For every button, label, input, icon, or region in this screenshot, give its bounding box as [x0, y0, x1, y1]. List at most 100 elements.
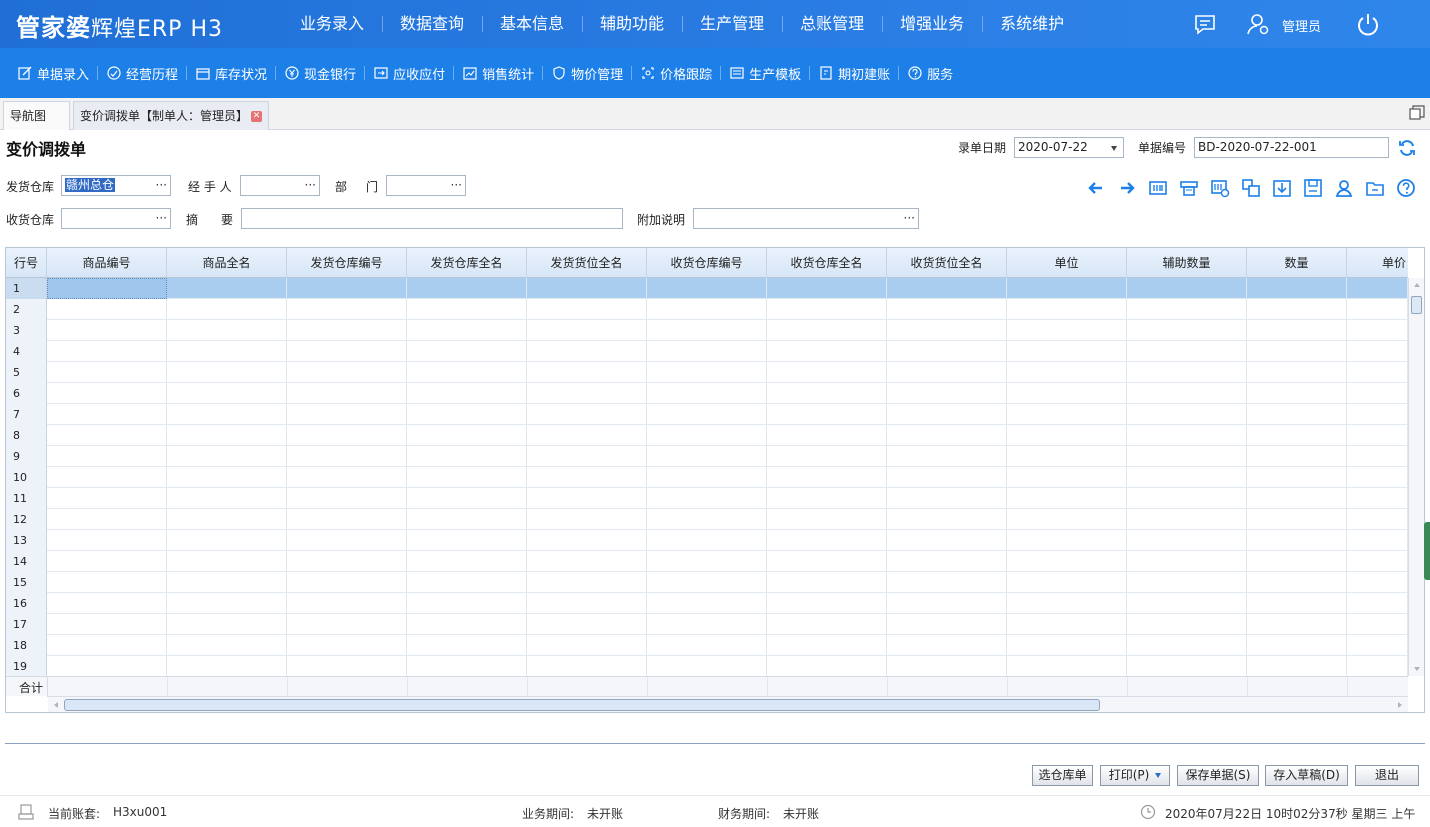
grid-cell[interactable] [167, 404, 287, 425]
grid-cell[interactable] [287, 425, 407, 446]
table-row[interactable]: 14 [6, 551, 1408, 572]
grid-cell[interactable] [1127, 467, 1247, 488]
grid-cell[interactable] [1127, 656, 1247, 677]
grid-cell[interactable] [647, 530, 767, 551]
row-number[interactable]: 4 [6, 341, 47, 362]
more-icon[interactable]: ··· [156, 176, 167, 195]
grid-cell[interactable] [767, 509, 887, 530]
more-icon[interactable]: ··· [451, 176, 462, 195]
grid-cell[interactable] [47, 341, 167, 362]
scan-settings-icon[interactable] [1210, 178, 1230, 198]
grid-cell[interactable] [167, 425, 287, 446]
grid-cell[interactable] [887, 383, 1007, 404]
scroll-down-icon[interactable] [1413, 666, 1421, 672]
out-warehouse-field[interactable]: 赣州总仓 ··· [61, 175, 171, 196]
grid-cell[interactable] [407, 446, 527, 467]
column-header-product-code[interactable]: 商品编号 [47, 248, 167, 278]
row-number[interactable]: 19 [6, 656, 47, 677]
grid-cell[interactable] [407, 593, 527, 614]
row-number[interactable]: 15 [6, 572, 47, 593]
sub-nav-item-document-entry[interactable]: 单据录入 [14, 48, 103, 98]
grid-cell[interactable] [47, 299, 167, 320]
grid-cell[interactable] [167, 635, 287, 656]
table-row[interactable]: 6 [6, 383, 1408, 404]
more-icon[interactable]: ··· [305, 176, 316, 195]
handler-field[interactable]: ··· [240, 175, 320, 196]
grid-cell[interactable] [527, 299, 647, 320]
grid-cell[interactable] [767, 635, 887, 656]
department-field[interactable]: ··· [386, 175, 466, 196]
grid-cell[interactable] [1007, 320, 1127, 341]
message-icon[interactable] [1193, 12, 1217, 36]
row-number[interactable]: 6 [6, 383, 47, 404]
grid-cell[interactable] [527, 530, 647, 551]
grid-cell[interactable] [1127, 404, 1247, 425]
grid-cell[interactable] [1007, 509, 1127, 530]
grid-cell[interactable] [167, 593, 287, 614]
grid-cell[interactable] [1347, 488, 1408, 509]
grid-cell[interactable] [527, 362, 647, 383]
printer-icon[interactable] [1179, 178, 1199, 198]
grid-cell[interactable] [1347, 383, 1408, 404]
grid-cell[interactable] [167, 488, 287, 509]
table-row[interactable]: 5 [6, 362, 1408, 383]
grid-cell[interactable] [407, 488, 527, 509]
grid-cell[interactable] [767, 488, 887, 509]
select-warehouse-doc-button[interactable]: 选仓库单 [1032, 765, 1093, 786]
row-number[interactable]: 5 [6, 362, 47, 383]
power-icon[interactable] [1356, 12, 1380, 36]
scroll-left-icon[interactable] [53, 701, 59, 709]
grid-cell[interactable] [887, 593, 1007, 614]
grid-cell[interactable] [1347, 614, 1408, 635]
grid-cell[interactable] [407, 425, 527, 446]
column-header-in-wh-name[interactable]: 收货仓库全名 [767, 248, 887, 278]
row-number[interactable]: 2 [6, 299, 47, 320]
person-icon[interactable] [1334, 178, 1354, 198]
grid-cell[interactable] [287, 383, 407, 404]
grid-cell[interactable] [527, 614, 647, 635]
grid-cell[interactable] [287, 404, 407, 425]
grid-cell[interactable] [47, 551, 167, 572]
table-row[interactable]: 9 [6, 446, 1408, 467]
grid-cell[interactable] [167, 467, 287, 488]
tab-navigation[interactable]: 导航图 [3, 101, 70, 130]
grid-cell[interactable] [287, 278, 407, 299]
table-row[interactable]: 1 [6, 278, 1408, 299]
grid-cell[interactable] [167, 362, 287, 383]
grid-cell[interactable] [1127, 425, 1247, 446]
column-header-out-wh-code[interactable]: 发货仓库编号 [287, 248, 407, 278]
grid-cell[interactable] [167, 341, 287, 362]
arrow-right-icon[interactable] [1117, 178, 1137, 198]
grid-cell[interactable] [287, 593, 407, 614]
grid-cell[interactable] [47, 446, 167, 467]
grid-cell[interactable] [1127, 593, 1247, 614]
grid-cell[interactable] [1127, 341, 1247, 362]
table-row[interactable]: 2 [6, 299, 1408, 320]
grid-cell[interactable] [167, 320, 287, 341]
grid-cell[interactable] [527, 425, 647, 446]
sub-nav-item-opening-ledger[interactable]: 期初建账 [809, 48, 904, 98]
grid-cell[interactable] [1247, 509, 1347, 530]
table-row[interactable]: 15 [6, 572, 1408, 593]
grid-cell[interactable] [287, 656, 407, 677]
column-header-aux-qty[interactable]: 辅助数量 [1127, 248, 1247, 278]
grid-cell[interactable] [887, 635, 1007, 656]
exit-button[interactable]: 退出 [1355, 765, 1419, 786]
grid-cell[interactable] [407, 299, 527, 320]
grid-cell[interactable] [167, 530, 287, 551]
grid-cell[interactable] [287, 614, 407, 635]
grid-cell[interactable] [47, 614, 167, 635]
save-icon[interactable] [1303, 178, 1323, 198]
row-number[interactable]: 16 [6, 593, 47, 614]
grid-cell[interactable] [287, 572, 407, 593]
main-nav-item-aux-functions[interactable]: 辅助功能 [582, 0, 682, 48]
grid-cell[interactable] [167, 572, 287, 593]
grid-cell[interactable] [527, 467, 647, 488]
grid-cell[interactable] [47, 572, 167, 593]
grid-cell[interactable] [887, 299, 1007, 320]
table-row[interactable]: 4 [6, 341, 1408, 362]
grid-cell[interactable] [1007, 530, 1127, 551]
grid-cell[interactable] [527, 446, 647, 467]
sub-nav-item-service[interactable]: 服务 [898, 48, 967, 98]
grid-cell[interactable] [1007, 362, 1127, 383]
